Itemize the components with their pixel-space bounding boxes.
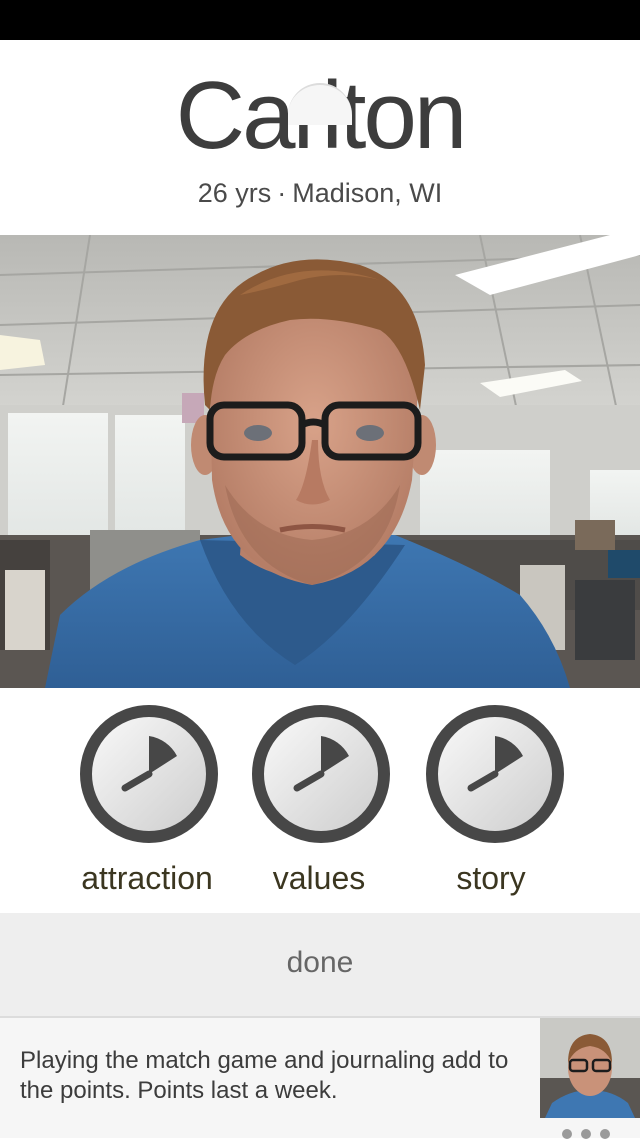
done-bar: done: [0, 913, 640, 1018]
values-dial[interactable]: [251, 704, 391, 844]
story-dial[interactable]: [425, 704, 565, 844]
profile-photo[interactable]: [0, 235, 640, 688]
thumbnail-image: [540, 1018, 640, 1118]
profile-thumbnail[interactable]: [540, 1018, 640, 1118]
rating-dials: attraction values story: [0, 688, 640, 913]
separator-dot: ·: [277, 178, 287, 208]
attraction-label: attraction: [81, 860, 213, 896]
dial-icon: [252, 705, 390, 843]
profile-subline: 26 yrs · Madison, WI: [0, 178, 640, 208]
attraction-dial[interactable]: [79, 704, 219, 844]
more-dots-icon[interactable]: [562, 1126, 622, 1139]
tip-panel: Playing the match game and journaling ad…: [0, 1016, 640, 1139]
values-label: values: [272, 860, 366, 896]
profile-photo-illustration: [0, 235, 640, 688]
tip-text: Playing the match game and journaling ad…: [20, 1047, 509, 1104]
profile-location: Madison, WI: [292, 178, 443, 208]
profile-header: Carlton 26 yrs·Madison, WI: [0, 40, 640, 235]
done-button[interactable]: done: [0, 943, 640, 983]
dial-icon: [80, 705, 218, 843]
profile-age: 26 yrs: [197, 178, 272, 208]
status-bar: [0, 0, 640, 40]
story-label: story: [456, 860, 526, 896]
dial-icon: [426, 705, 564, 843]
